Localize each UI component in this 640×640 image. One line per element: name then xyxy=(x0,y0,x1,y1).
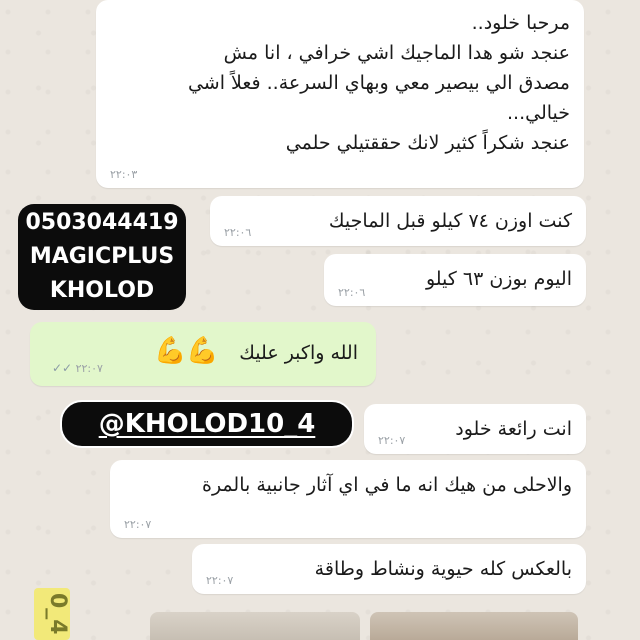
message-text: كنت اوزن ٧٤ كيلو قبل الماجيك xyxy=(328,210,572,232)
message-text: انت رائعة خلود xyxy=(455,418,572,440)
message-timestamp: ٢٢:٠٦ xyxy=(224,226,252,239)
message-text: اليوم بوزن ٦٣ كيلو xyxy=(425,268,572,290)
phone-number: 0503044419 xyxy=(25,210,179,235)
message-bubble[interactable]: كنت اوزن ٧٤ كيلو قبل الماجيك ٢٢:٠٦ xyxy=(210,196,586,246)
message-text: والاحلى من هيك انه ما في اي آثار جانبية … xyxy=(201,474,572,496)
message-bubble[interactable]: اليوم بوزن ٦٣ كيلو ٢٢:٠٦ xyxy=(324,254,586,306)
message-bubble[interactable]: مرحبا خلود.. عنجد شو هدا الماجيك اشي خرا… xyxy=(96,0,584,188)
account-name: KHOLOD xyxy=(49,278,155,303)
message-bubble[interactable]: بالعكس كله حيوية ونشاط وطاقة ٢٢:٠٧ xyxy=(192,544,586,594)
message-text: الله واكبر عليك xyxy=(239,342,358,364)
contact-overlay: 0503044419 MAGICPLUS KHOLOD xyxy=(18,204,186,310)
message-timestamp: ٢٢:٠٧ xyxy=(206,574,234,587)
photo-thumbnail[interactable] xyxy=(370,612,578,640)
message-timestamp: ٢٢:٠٧ xyxy=(124,518,152,531)
message-timestamp: ٢٢:٠٣ xyxy=(110,168,138,181)
photo-thumbnail[interactable] xyxy=(150,612,360,640)
message-bubble-outgoing[interactable]: 💪💪 الله واكبر عليك ✓✓ ٢٢:٠٧ xyxy=(30,322,376,386)
message-timestamp: ٢٢:٠٦ xyxy=(338,286,366,299)
double-check-icon: ✓✓ xyxy=(52,361,73,375)
message-bubble[interactable]: انت رائعة خلود ٢٢:٠٧ xyxy=(364,404,586,454)
message-timestamp: ✓✓ ٢٢:٠٧ xyxy=(50,361,103,376)
watermark: 0_4 xyxy=(34,588,70,640)
message-text: بالعكس كله حيوية ونشاط وطاقة xyxy=(314,558,572,580)
brand-name: MAGICPLUS xyxy=(29,244,175,269)
flexed-biceps-icon: 💪💪 xyxy=(154,336,219,366)
social-handle: @KHOLOD10_4 xyxy=(60,400,354,448)
message-time-value: ٢٢:٠٧ xyxy=(75,362,103,375)
message-text: مرحبا خلود.. عنجد شو هدا الماجيك اشي خرا… xyxy=(187,12,570,154)
message-timestamp: ٢٢:٠٧ xyxy=(378,434,406,447)
message-bubble[interactable]: والاحلى من هيك انه ما في اي آثار جانبية … xyxy=(110,460,586,538)
